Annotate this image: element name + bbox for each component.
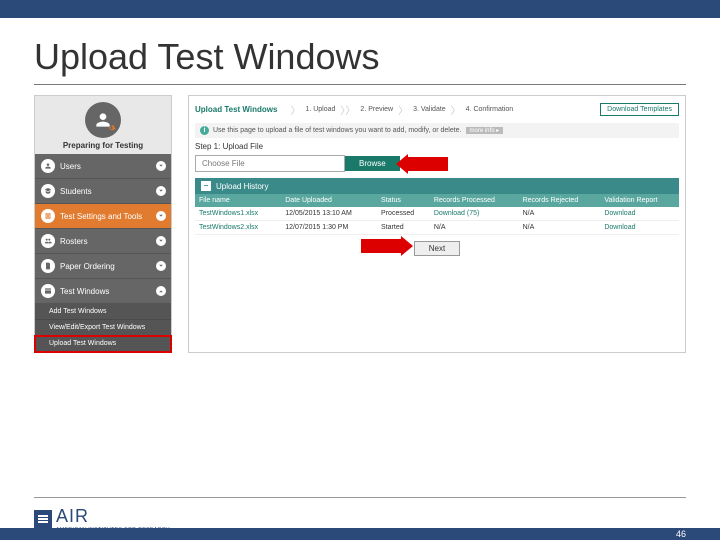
browse-button[interactable]: Browse [345,156,400,171]
more-info-button[interactable]: more info ▸ [466,127,504,134]
cell-processed[interactable]: Download (75) [430,207,519,221]
logo-mark-icon [34,510,52,528]
upload-history-table: File name Date Uploaded Status Records P… [195,194,679,235]
step-arrow-icon: 〉 [290,102,300,117]
subitem-add-test-windows[interactable]: Add Test Windows [35,304,171,320]
cell-date: 12/07/2015 1:30 PM [281,221,377,235]
sidebar-item-rosters[interactable]: Rosters [35,229,171,254]
cell-processed: N/A [430,221,519,235]
chevron-down-icon [156,161,166,171]
cell-filename[interactable]: TestWindows2.xlsx [195,221,281,235]
info-text: Use this page to upload a file of test w… [213,127,462,134]
sidebar-item-test-windows[interactable]: Test Windows [35,279,171,304]
sidebar-item-label: Test Settings and Tools [60,212,142,221]
sidebar-item-label: Paper Ordering [60,262,115,271]
callout-arrow-next [361,239,403,253]
col-date: Date Uploaded [281,194,377,207]
step-arrow-icon: 〉〉 [340,102,355,117]
subitem-view-edit-export[interactable]: View/Edit/Export Test Windows [35,320,171,336]
content-area: Preparing for Testing Users Students Tes… [0,95,720,353]
table-header-row: File name Date Uploaded Status Records P… [195,194,679,207]
step-arrow-icon: 〉 [398,102,408,117]
user-gear-icon [85,102,121,138]
chevron-down-icon [156,236,166,246]
step-1-label: Step 1: Upload File [195,142,679,151]
info-banner: i Use this page to upload a file of test… [195,123,679,138]
users-icon [41,159,55,173]
next-row: Next [195,241,679,256]
sidebar-header: Preparing for Testing [35,96,171,154]
sidebar-item-label: Rosters [60,237,88,246]
next-button[interactable]: Next [414,241,460,256]
download-templates-button[interactable]: Download Templates [600,103,679,116]
sidebar-item-label: Users [60,162,81,171]
upload-row: Choose File Browse [195,155,679,172]
col-filename: File name [195,194,281,207]
student-icon [41,184,55,198]
sidebar-item-test-settings[interactable]: Test Settings and Tools [35,204,171,229]
cell-date: 12/05/2015 13:10 AM [281,207,377,221]
step-2: 2. Preview [360,106,393,113]
top-bar [0,0,720,18]
cell-filename[interactable]: TestWindows1.xlsx [195,207,281,221]
footer-bar [0,528,720,540]
info-icon: i [200,126,209,135]
panel-title: Upload Test Windows [195,105,277,114]
sidebar: Preparing for Testing Users Students Tes… [34,95,172,353]
wizard-steps: 〉 1. Upload 〉〉 2. Preview 〉 3. Validate … [287,102,600,117]
cell-rejected: N/A [519,207,601,221]
wizard-row: Upload Test Windows 〉 1. Upload 〉〉 2. Pr… [195,102,679,117]
table-row: TestWindows1.xlsx 12/05/2015 13:10 AM Pr… [195,207,679,221]
cell-status: Started [377,221,430,235]
sidebar-item-students[interactable]: Students [35,179,171,204]
col-processed: Records Processed [430,194,519,207]
logo-text: AIR [56,506,170,527]
chevron-up-icon [156,286,166,296]
page-number: 46 [676,529,686,539]
callout-arrow-browse [406,157,448,171]
sidebar-item-label: Test Windows [60,287,109,296]
history-title: Upload History [216,182,268,191]
roster-icon [41,234,55,248]
title-underline [34,84,686,85]
step-4: 4. Confirmation [466,106,513,113]
subitem-upload-test-windows[interactable]: Upload Test Windows [35,336,171,352]
cell-status: Processed [377,207,430,221]
choose-file-input[interactable]: Choose File [195,155,345,172]
main-panel: Upload Test Windows 〉 1. Upload 〉〉 2. Pr… [188,95,686,353]
paper-icon [41,259,55,273]
chevron-down-icon [156,211,166,221]
sidebar-header-label: Preparing for Testing [35,141,171,150]
sidebar-item-users[interactable]: Users [35,154,171,179]
window-icon [41,284,55,298]
sidebar-item-label: Students [60,187,92,196]
col-report: Validation Report [600,194,679,207]
chevron-down-icon [156,261,166,271]
chevron-down-icon [156,186,166,196]
step-arrow-icon: 〉 [451,102,461,117]
settings-icon [41,209,55,223]
step-3: 3. Validate [413,106,446,113]
step-1: 1. Upload [305,106,335,113]
slide-title: Upload Test Windows [0,18,720,84]
sidebar-item-paper-ordering[interactable]: Paper Ordering [35,254,171,279]
collapse-icon[interactable]: − [201,181,211,191]
cell-report[interactable]: Download [600,207,679,221]
col-status: Status [377,194,430,207]
upload-history-header[interactable]: − Upload History [195,178,679,194]
cell-rejected: N/A [519,221,601,235]
table-row: TestWindows2.xlsx 12/07/2015 1:30 PM Sta… [195,221,679,235]
cell-report[interactable]: Download [600,221,679,235]
col-rejected: Records Rejected [519,194,601,207]
